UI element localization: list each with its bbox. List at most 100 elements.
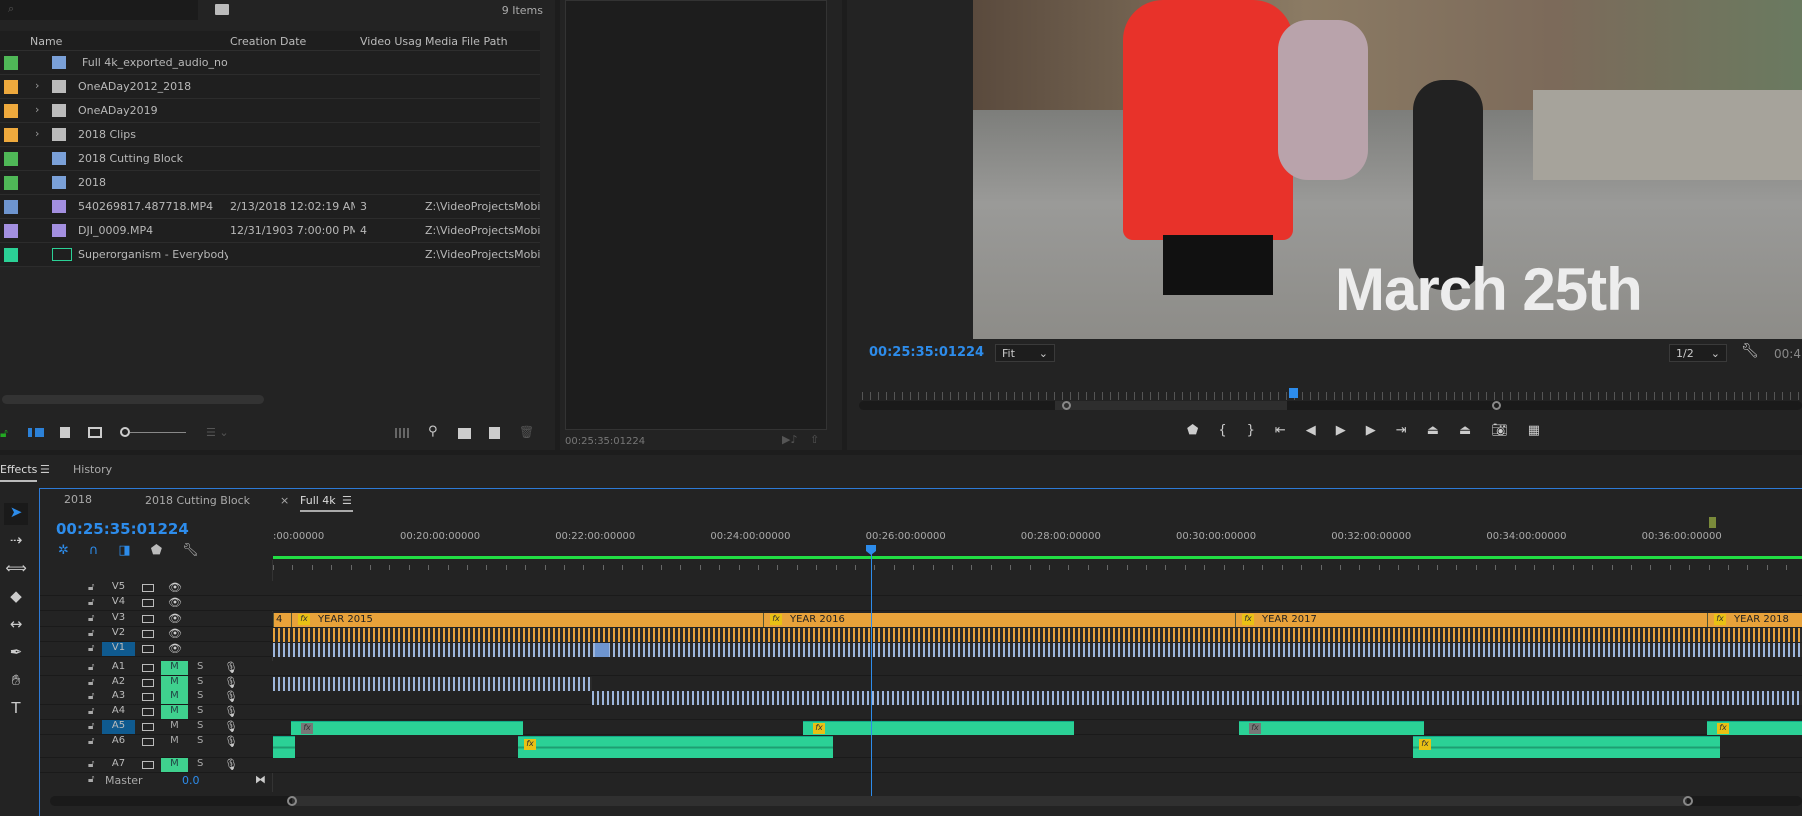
audio-clip[interactable]: fx: [291, 721, 523, 735]
voiceover-mic-icon[interactable]: 🎙︎: [224, 690, 238, 703]
track-target-v5[interactable]: V5: [102, 581, 135, 595]
eye-icon[interactable]: 👁︎: [168, 642, 182, 655]
timeline-settings-wrench-icon[interactable]: 🔧︎: [182, 543, 199, 558]
resolution-dropdown[interactable]: 1/2 ⌄: [1669, 344, 1727, 362]
sync-lock-icon[interactable]: [142, 599, 154, 607]
track-target-v4[interactable]: V4: [102, 596, 135, 610]
label-color-swatch[interactable]: [4, 104, 18, 118]
col-name[interactable]: Name: [30, 35, 62, 48]
track-select-tool-icon[interactable]: ⇢: [4, 531, 28, 553]
go-to-out-icon[interactable]: ⇥: [1396, 423, 1407, 438]
track-target-a4[interactable]: A4: [102, 705, 135, 719]
audio-clip[interactable]: [273, 736, 295, 758]
video-clips-v2[interactable]: [273, 628, 1802, 642]
solo-button[interactable]: S: [197, 758, 203, 769]
solo-button[interactable]: S: [197, 661, 203, 672]
program-ruler[interactable]: [862, 392, 1802, 400]
tab-history[interactable]: History: [73, 463, 112, 476]
label-color-swatch[interactable]: [4, 224, 18, 238]
eye-icon[interactable]: 👁︎: [168, 596, 182, 609]
video-clips-v1[interactable]: [273, 643, 1802, 657]
sync-lock-icon[interactable]: [142, 679, 154, 687]
label-color-swatch[interactable]: [4, 248, 18, 262]
find-icon[interactable]: ⚲: [428, 424, 438, 439]
slip-tool-icon[interactable]: ↔: [4, 615, 28, 637]
project-list-item[interactable]: 540269817.487718.MP4 2/13/2018 12:02:19 A…: [0, 195, 540, 219]
lock-icon[interactable]: 🔓︎: [88, 706, 94, 717]
lock-icon[interactable]: 🔓︎: [88, 643, 94, 654]
voiceover-mic-icon[interactable]: 🎙︎: [224, 758, 238, 771]
lock-icon[interactable]: 🔓︎: [0, 426, 8, 441]
project-list-item[interactable]: Superorganism - Everybody Z:\VideoProject…: [0, 243, 540, 267]
solo-button[interactable]: S: [197, 676, 203, 687]
sync-lock-icon[interactable]: [142, 645, 154, 653]
audio-clip[interactable]: fx: [1239, 721, 1424, 735]
audio-clip[interactable]: fx: [803, 721, 1074, 735]
title-clip[interactable]: fx YEAR 2018: [1707, 613, 1802, 627]
lock-icon[interactable]: 🔓︎: [88, 691, 94, 702]
track-target-a3[interactable]: A3: [102, 690, 135, 704]
snap-magnet-icon[interactable]: ∩: [89, 543, 99, 558]
track-target-a2[interactable]: A2: [102, 676, 135, 690]
track-target-v3[interactable]: V3: [102, 612, 135, 626]
close-tab-icon[interactable]: ×: [280, 494, 289, 507]
audio-clip[interactable]: fx: [1413, 736, 1720, 758]
solo-button[interactable]: S: [197, 735, 203, 746]
selection-tool-icon[interactable]: ➤: [4, 503, 28, 525]
project-list-item[interactable]: Full 4k_exported_audio_no: [0, 51, 540, 75]
solo-button[interactable]: S: [197, 720, 203, 731]
mark-out-icon[interactable]: }: [1247, 423, 1255, 438]
sync-lock-icon[interactable]: [142, 761, 154, 769]
eye-icon[interactable]: 👁︎: [168, 612, 182, 625]
label-color-swatch[interactable]: [4, 176, 18, 190]
lift-icon[interactable]: ⏏: [1427, 423, 1439, 438]
project-list-item[interactable]: › OneADay2019: [0, 99, 540, 123]
panel-menu-icon[interactable]: ☰: [40, 463, 50, 476]
audio-clips-a2[interactable]: [273, 677, 592, 691]
title-clip[interactable]: fx YEAR 2017: [1235, 613, 1707, 627]
mute-button[interactable]: M: [161, 676, 188, 690]
expand-chevron-icon[interactable]: ›: [35, 103, 39, 116]
track-target-a7[interactable]: A7: [102, 758, 135, 772]
sync-lock-icon[interactable]: [142, 584, 154, 592]
program-playhead[interactable]: [1289, 388, 1298, 398]
lock-icon[interactable]: 🔓︎: [88, 628, 94, 639]
linked-selection-icon[interactable]: ◨: [118, 543, 130, 558]
master-volume-value[interactable]: 0.0: [182, 774, 200, 787]
export-frame-icon[interactable]: 📷︎: [1491, 423, 1508, 438]
audio-clip[interactable]: fx: [518, 736, 833, 758]
master-meter-toggle-icon[interactable]: ⧓: [255, 773, 266, 786]
lock-icon[interactable]: 🔓︎: [88, 677, 94, 688]
trash-icon[interactable]: 🗑︎: [519, 425, 534, 439]
label-color-swatch[interactable]: [4, 80, 18, 94]
project-list-item[interactable]: › OneADay2012_2018: [0, 75, 540, 99]
mark-in-icon[interactable]: {: [1218, 423, 1226, 438]
icon-view-icon[interactable]: [60, 427, 70, 438]
lock-icon[interactable]: 🔓︎: [88, 736, 94, 747]
voiceover-mic-icon[interactable]: 🎙︎: [224, 705, 238, 718]
add-marker-icon[interactable]: ⬟: [151, 543, 162, 558]
mute-button[interactable]: M: [161, 758, 188, 772]
scroll-handle-right[interactable]: [1683, 796, 1693, 806]
track-target-a1[interactable]: A1: [102, 661, 135, 675]
scroll-handle-right[interactable]: [1492, 401, 1501, 410]
mute-button[interactable]: M: [161, 705, 188, 719]
track-target-v1[interactable]: V1: [102, 642, 135, 656]
lock-icon[interactable]: 🔓︎: [88, 721, 94, 732]
playhead-line[interactable]: [871, 548, 872, 796]
freeform-view-icon[interactable]: [88, 427, 102, 438]
mute-button[interactable]: M: [161, 690, 188, 704]
col-video-usage[interactable]: Video Usag: [360, 35, 422, 48]
project-list-item[interactable]: 2018: [0, 171, 540, 195]
list-view-icon[interactable]: [28, 428, 44, 437]
new-item-icon[interactable]: [489, 427, 500, 439]
sort-icon[interactable]: ☰ ⌄: [206, 426, 229, 439]
col-media-path[interactable]: Media File Path: [425, 35, 508, 48]
lock-icon[interactable]: 🔓︎: [88, 774, 94, 785]
title-clip[interactable]: fx YEAR 2016: [763, 613, 1235, 627]
timeline-tab-2018[interactable]: 2018: [64, 493, 92, 506]
sync-lock-icon[interactable]: [142, 738, 154, 746]
voiceover-mic-icon[interactable]: 🎙︎: [224, 661, 238, 674]
type-tool-icon[interactable]: T: [4, 699, 28, 721]
add-marker-icon[interactable]: ⬟: [1187, 423, 1198, 438]
